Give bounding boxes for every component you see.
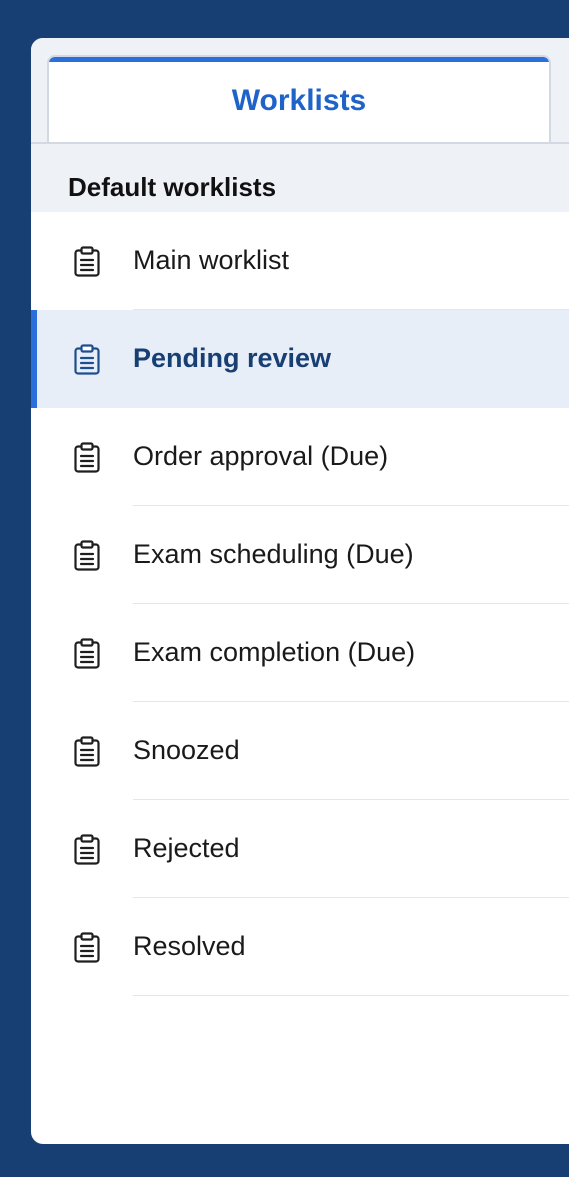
tab-bar: Worklists [31,38,569,144]
tab-worklists[interactable]: Worklists [47,55,551,142]
clipboard-icon [71,343,103,375]
tab-worklists-label: Worklists [231,84,367,117]
clipboard-icon [71,637,103,669]
worklist-item-label: Exam scheduling (Due) [133,539,414,569]
worklist-item-label: Exam completion (Due) [133,637,416,667]
worklists-panel: Worklists Default worklists Main worklis… [31,38,569,1144]
worklist-item-exam-scheduling-due[interactable]: Exam scheduling (Due) [31,506,569,604]
worklist-item-main-worklist[interactable]: Main worklist [31,212,569,310]
clipboard-icon [71,539,103,571]
clipboard-icon [71,735,103,767]
worklist-list: Main worklist Pending review Order appro… [31,212,569,996]
worklist-item-label: Resolved [133,931,246,961]
worklist-item-label: Snoozed [133,735,240,765]
worklist-item-order-approval-due[interactable]: Order approval (Due) [31,408,569,506]
clipboard-icon [71,931,103,963]
worklist-item-pending-review[interactable]: Pending review [31,310,569,408]
clipboard-icon [71,441,103,473]
clipboard-icon [71,833,103,865]
worklist-item-exam-completion-due[interactable]: Exam completion (Due) [31,604,569,702]
worklist-item-label: Order approval (Due) [133,441,389,471]
worklist-item-label: Main worklist [133,245,290,275]
worklist-item-label: Rejected [133,833,240,863]
section-title: Default worklists [68,172,277,202]
worklist-item-snoozed[interactable]: Snoozed [31,702,569,800]
worklist-item-rejected[interactable]: Rejected [31,800,569,898]
divider [133,995,569,996]
active-indicator [31,310,37,408]
section-header: Default worklists [31,144,569,212]
clipboard-icon [71,245,103,277]
tab-active-indicator [49,57,549,62]
worklist-item-label: Pending review [133,343,332,373]
worklist-item-resolved[interactable]: Resolved [31,898,569,996]
